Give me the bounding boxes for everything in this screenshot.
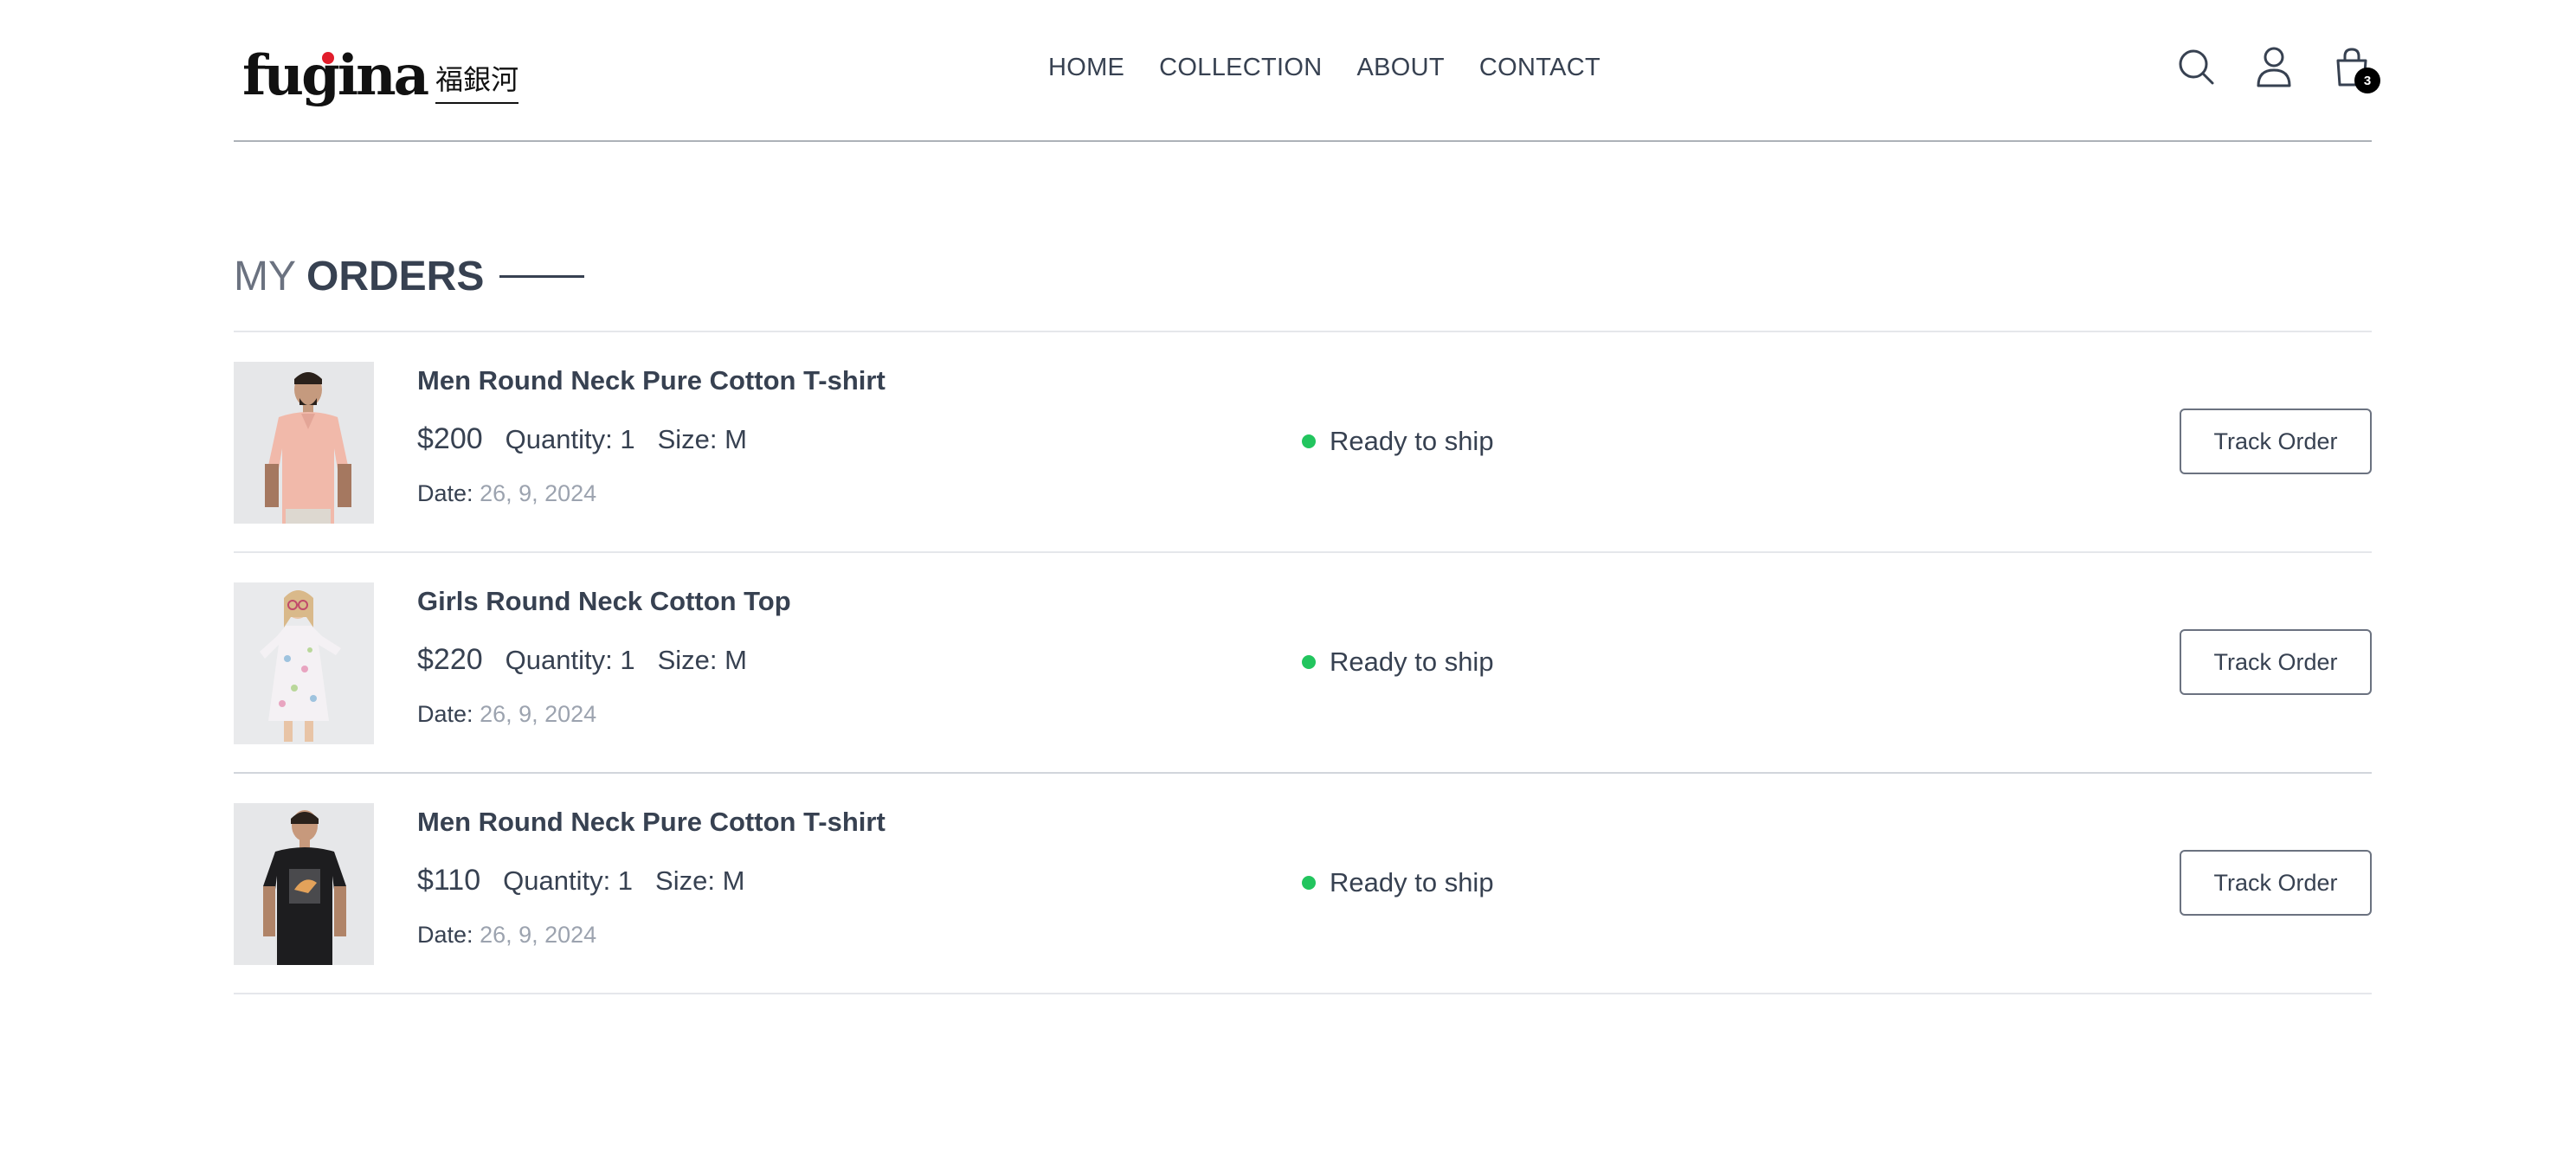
order-meta: $110 Quantity: 1 Size: M [417, 864, 886, 897]
user-icon [2257, 47, 2291, 87]
product-price: $200 [417, 422, 483, 455]
order-meta: $220 Quantity: 1 Size: M [417, 643, 791, 677]
product-photo [234, 803, 374, 965]
order-status-text: Ready to ship [1330, 867, 1494, 897]
order-status: Ready to ship [1302, 867, 1494, 898]
page-title: MY ORDERS [234, 253, 585, 300]
product-size: Size: M [657, 645, 747, 675]
order-row: Men Round Neck Pure Cotton T-shirt $110 … [234, 774, 2372, 994]
order-meta: $200 Quantity: 1 Size: M [417, 422, 886, 456]
order-date: Date: 26, 9, 2024 [417, 480, 886, 507]
nav-contact[interactable]: CONTACT [1479, 54, 1600, 82]
product-price: $110 [417, 864, 481, 897]
product-quantity: Quantity: 1 [503, 865, 634, 896]
order-status: Ready to ship [1302, 647, 1494, 678]
status-dot-icon [1302, 434, 1316, 448]
order-date-value: 26, 9, 2024 [480, 922, 597, 948]
title-divider-line [499, 275, 585, 278]
order-date-label: Date: [417, 480, 473, 506]
product-size: Size: M [655, 865, 745, 896]
cart-count-badge: 3 [2354, 68, 2380, 93]
status-dot-icon [1302, 655, 1316, 669]
order-status-text: Ready to ship [1330, 647, 1494, 677]
track-order-button[interactable]: Track Order [2180, 850, 2372, 916]
product-image-man-pink-polo[interactable] [234, 362, 374, 524]
order-date-label: Date: [417, 701, 473, 727]
order-date: Date: 26, 9, 2024 [417, 701, 791, 728]
order-date-value: 26, 9, 2024 [480, 480, 597, 506]
cart-button[interactable]: 3 [2332, 45, 2380, 93]
nav-collection[interactable]: COLLECTION [1159, 54, 1322, 82]
search-button[interactable] [2176, 45, 2216, 88]
nav-home[interactable]: HOME [1048, 54, 1124, 82]
header-actions: 3 [2176, 45, 2380, 93]
product-photo [234, 362, 374, 524]
order-status-text: Ready to ship [1330, 426, 1494, 456]
page-title-bold: ORDERS [306, 254, 485, 299]
product-quantity: Quantity: 1 [505, 645, 635, 675]
product-image-man-black-tshirt[interactable] [234, 803, 374, 965]
order-date-value: 26, 9, 2024 [480, 701, 597, 727]
product-size: Size: M [657, 424, 747, 454]
track-order-button[interactable]: Track Order [2180, 409, 2372, 474]
order-info: Men Round Neck Pure Cotton T-shirt $110 … [417, 807, 886, 949]
page-container: fugina 福銀河 HOME COLLECTION ABOUT CONTACT [234, 0, 2380, 994]
product-name[interactable]: Girls Round Neck Cotton Top [417, 586, 791, 617]
order-status: Ready to ship [1302, 426, 1494, 457]
order-row: Men Round Neck Pure Cotton T-shirt $200 … [234, 332, 2372, 553]
status-dot-icon [1302, 876, 1316, 890]
order-date-label: Date: [417, 922, 473, 948]
product-image-girl-floral-dress[interactable] [234, 582, 374, 744]
orders-list: Men Round Neck Pure Cotton T-shirt $200 … [234, 331, 2372, 994]
order-info: Girls Round Neck Cotton Top $220 Quantit… [417, 586, 791, 728]
track-order-button[interactable]: Track Order [2180, 629, 2372, 695]
order-info: Men Round Neck Pure Cotton T-shirt $200 … [417, 365, 886, 507]
nav-about[interactable]: ABOUT [1357, 54, 1445, 82]
product-price: $220 [417, 643, 483, 676]
profile-button[interactable] [2254, 45, 2294, 88]
product-quantity: Quantity: 1 [505, 424, 635, 454]
order-row: Girls Round Neck Cotton Top $220 Quantit… [234, 553, 2372, 774]
product-photo [234, 582, 374, 744]
site-header: fugina 福銀河 HOME COLLECTION ABOUT CONTACT [234, 0, 2380, 142]
order-date: Date: 26, 9, 2024 [417, 922, 886, 949]
search-icon [2179, 49, 2214, 85]
page-title-light: MY [234, 254, 296, 299]
product-name[interactable]: Men Round Neck Pure Cotton T-shirt [417, 807, 886, 838]
main-nav: HOME COLLECTION ABOUT CONTACT [234, 54, 2372, 82]
product-name[interactable]: Men Round Neck Pure Cotton T-shirt [417, 365, 886, 396]
